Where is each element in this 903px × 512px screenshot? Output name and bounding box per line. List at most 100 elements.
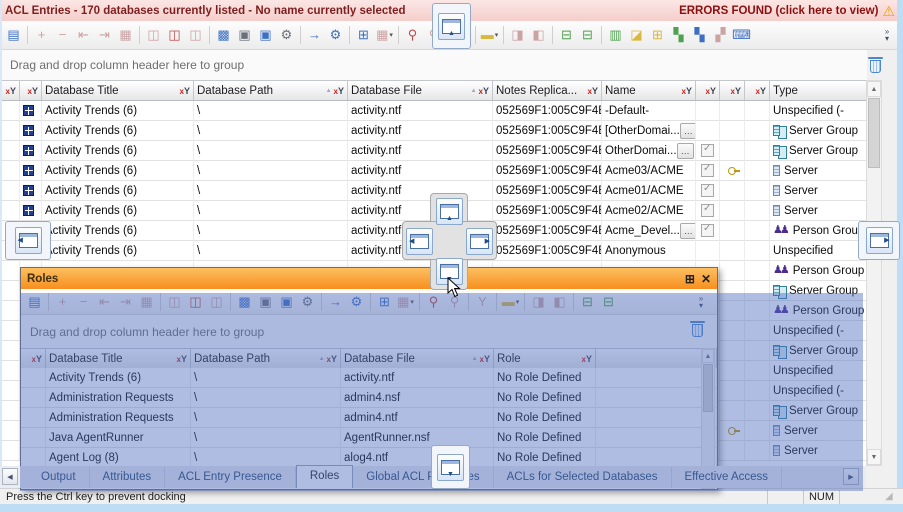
- errors-banner[interactable]: ERRORS FOUND (click here to view): [679, 5, 878, 17]
- ellipsis-button[interactable]: …: [680, 223, 696, 239]
- select-all-icon[interactable]: ▩: [213, 25, 234, 46]
- filter-icon[interactable]: xY: [479, 86, 489, 96]
- scroll-up-button[interactable]: ▲: [867, 81, 881, 97]
- dock-guide-top[interactable]: ▲: [432, 3, 471, 49]
- copy-icon[interactable]: ▣: [234, 25, 255, 46]
- filter-icon[interactable]: xY: [731, 86, 741, 96]
- grid-settings-icon[interactable]: ⊞: [353, 25, 374, 46]
- filter-icon[interactable]: xY: [334, 86, 344, 96]
- expand-view-icon[interactable]: ◨: [507, 25, 528, 46]
- cell-type: Server: [770, 201, 867, 221]
- warning-icon[interactable]: ⚠: [882, 4, 895, 18]
- filter-icon[interactable]: xY: [682, 86, 692, 96]
- close-icon[interactable]: ✕: [701, 272, 711, 286]
- column-header[interactable]: xY: [745, 80, 770, 101]
- ellipsis-button[interactable]: …: [680, 123, 696, 139]
- copy-table-icon[interactable]: ▣: [255, 25, 276, 46]
- flow-icon[interactable]: ▞: [710, 25, 731, 46]
- column-header-database-file[interactable]: Database File▲xY: [348, 80, 493, 101]
- column-header[interactable]: xY: [20, 80, 42, 101]
- cell-type: Server: [770, 161, 867, 181]
- column-header-name[interactable]: NamexY: [602, 80, 696, 101]
- notes-icon[interactable]: ▬▾: [479, 25, 500, 46]
- filter-icon[interactable]: xY: [6, 86, 16, 96]
- select-related-icon[interactable]: ▦: [115, 25, 136, 46]
- tab-scroll-left-button[interactable]: ◀: [2, 468, 18, 485]
- cell-database-path: \: [194, 181, 348, 201]
- column-header-database-title[interactable]: Database TitlexY: [42, 80, 194, 101]
- toolbar-separator: [300, 26, 301, 44]
- export-icon[interactable]: →: [304, 25, 325, 46]
- filter-icon[interactable]: xY: [180, 86, 190, 96]
- show-columns-icon[interactable]: ▥: [605, 25, 626, 46]
- dock-guide-right[interactable]: ▶: [858, 221, 900, 260]
- toolbar-overflow-button[interactable]: » ▾: [879, 28, 895, 42]
- table-row[interactable]: Activity Trends (6)\activity.ntf052569F1…: [1, 161, 867, 181]
- filter-icon[interactable]: xY: [756, 86, 766, 96]
- resize-grip[interactable]: ◢: [885, 490, 899, 504]
- shift-left-icon[interactable]: ⇤: [73, 25, 94, 46]
- ellipsis-button[interactable]: …: [677, 143, 694, 159]
- freeze-left-column-icon[interactable]: ◫: [143, 25, 164, 46]
- collapse-view-icon[interactable]: ◧: [528, 25, 549, 46]
- checkbox-view-icon[interactable]: ▦▾: [374, 25, 395, 46]
- cell-notes-replica: 052569F1:005C9F4E: [493, 141, 602, 161]
- cell-database-path: \: [194, 161, 348, 181]
- cell-database-path: \: [194, 121, 348, 141]
- database-icon: [23, 165, 34, 176]
- scroll-down-button[interactable]: ▼: [867, 449, 881, 465]
- column-header[interactable]: xY: [1, 80, 20, 101]
- checkbox-checked[interactable]: [701, 144, 714, 157]
- refresh-grid-icon[interactable]: ⊟: [577, 25, 598, 46]
- dock-cross-left-button[interactable]: ◀: [406, 228, 433, 255]
- checkbox-checked[interactable]: [701, 184, 714, 197]
- import-grid-icon[interactable]: ⊟: [556, 25, 577, 46]
- cell-database-title: Activity Trends (6): [42, 141, 194, 161]
- column-header-notes-replica[interactable]: Notes Replica...xY: [493, 80, 602, 101]
- highlight-column-icon[interactable]: ◫: [164, 25, 185, 46]
- edit-cells-icon[interactable]: ◪: [626, 25, 647, 46]
- dock-guide-left[interactable]: ◀: [5, 221, 51, 260]
- checkbox-checked[interactable]: [701, 204, 714, 217]
- scrollbar-thumb[interactable]: [868, 98, 880, 168]
- cell-notes-icon[interactable]: ⊞: [647, 25, 668, 46]
- dock-guide-bottom[interactable]: ▼: [431, 445, 470, 489]
- find-icon[interactable]: ⚲: [402, 25, 423, 46]
- cell-notes-replica: 052569F1:005C9F4E: [493, 221, 602, 241]
- trash-icon[interactable]: [868, 55, 883, 73]
- shift-right-icon[interactable]: ⇥: [94, 25, 115, 46]
- table-row[interactable]: Activity Trends (6)\activity.ntf052569F1…: [1, 121, 867, 141]
- group-tree-icon[interactable]: ▚: [668, 25, 689, 46]
- status-pane-empty-2: [839, 490, 879, 504]
- table-row[interactable]: Activity Trends (6)\activity.ntf052569F1…: [1, 141, 867, 161]
- remove-entry-icon[interactable]: −: [52, 25, 73, 46]
- filter-icon[interactable]: xY: [706, 86, 716, 96]
- checkbox-checked[interactable]: [701, 164, 714, 177]
- filter-icon[interactable]: xY: [588, 86, 598, 96]
- org-tree-icon[interactable]: ▚: [689, 25, 710, 46]
- checkbox-checked[interactable]: [701, 224, 714, 237]
- database-properties-icon[interactable]: ▤: [3, 25, 24, 46]
- keyboard-icon[interactable]: ⌨: [731, 25, 752, 46]
- table-row[interactable]: Activity Trends (6)\activity.ntf052569F1…: [1, 101, 867, 121]
- run-process-icon[interactable]: ⚙: [325, 25, 346, 46]
- cell-database-file: activity.ntf: [348, 101, 493, 121]
- column-header-type[interactable]: Type: [770, 80, 867, 101]
- column-header-database-path[interactable]: Database Path▲xY: [194, 80, 348, 101]
- column-header[interactable]: xY: [696, 80, 720, 101]
- column-header[interactable]: xY: [720, 80, 745, 101]
- cell-database-path: \: [194, 141, 348, 161]
- copy-options-icon[interactable]: ⚙: [276, 25, 297, 46]
- filter-icon[interactable]: xY: [28, 86, 38, 96]
- freeze-right-column-icon[interactable]: ◫: [185, 25, 206, 46]
- vertical-scrollbar[interactable]: ▲ ▼: [866, 80, 882, 466]
- dock-cross-right-button[interactable]: ▶: [466, 228, 493, 255]
- roles-window-title-bar[interactable]: Roles ⊞ ✕: [21, 268, 717, 289]
- maximize-icon[interactable]: ⊞: [685, 272, 695, 286]
- dock-left-arrow-icon: ◀: [409, 238, 414, 245]
- cell-database-title: Activity Trends (6): [42, 101, 194, 121]
- add-entry-icon[interactable]: +: [31, 25, 52, 46]
- group-by-panel[interactable]: Drag and drop column header here to grou…: [1, 50, 867, 80]
- dock-cross-up-button[interactable]: ▲: [436, 198, 463, 225]
- cell-database-title: Activity Trends (6): [42, 161, 194, 181]
